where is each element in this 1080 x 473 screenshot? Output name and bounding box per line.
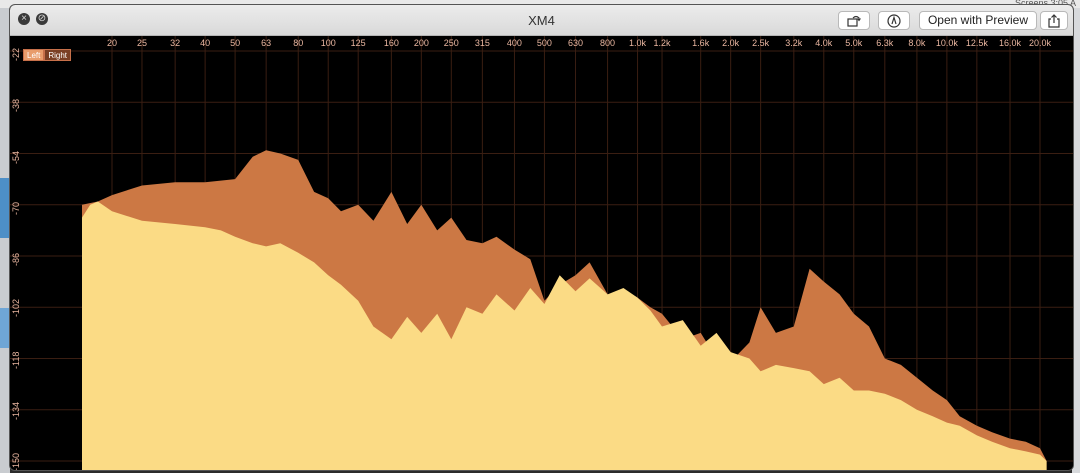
x-tick-label: 500 xyxy=(536,38,552,48)
x-tick-label: 1.2k xyxy=(653,38,671,48)
x-tick-label: 1.0k xyxy=(629,38,647,48)
x-tick-label: 630 xyxy=(567,38,583,48)
x-tick-label: 50 xyxy=(230,38,241,48)
y-tick-label: -86 xyxy=(11,252,21,266)
legend-left-button[interactable]: Left xyxy=(23,49,45,61)
x-tick-label: 200 xyxy=(413,38,429,48)
x-tick-label: 250 xyxy=(443,38,459,48)
y-tick-label: -38 xyxy=(11,99,21,113)
x-tick-label: 12.5k xyxy=(965,38,988,48)
x-tick-label: 2.0k xyxy=(722,38,740,48)
x-tick-label: 1.6k xyxy=(692,38,710,48)
title-bar: × ⊘ XM4 Open with Preview xyxy=(10,5,1073,36)
series-area-left xyxy=(82,201,1047,470)
y-tick-label: -22 xyxy=(11,47,21,61)
x-tick-label: 20.0k xyxy=(1028,38,1052,48)
y-tick-label: -102 xyxy=(11,299,21,318)
x-tick-label: 160 xyxy=(383,38,399,48)
y-tick-label: -118 xyxy=(11,351,21,369)
share-button[interactable] xyxy=(1040,11,1068,30)
x-tick-label: 10.0k xyxy=(935,38,958,48)
markup-icon xyxy=(887,13,901,28)
x-tick-label: 2.5k xyxy=(752,38,770,48)
x-tick-label: 32 xyxy=(170,38,181,48)
y-tick-label: -150 xyxy=(11,452,21,471)
x-tick-label: 6.3k xyxy=(876,38,894,48)
x-tick-label: 800 xyxy=(600,38,616,48)
share-icon xyxy=(1048,13,1060,28)
x-tick-label: 20 xyxy=(106,38,118,48)
x-tick-label: 5.0k xyxy=(845,38,863,48)
x-tick-label: 16.0k xyxy=(999,38,1022,48)
x-tick-label: 40 xyxy=(200,38,211,48)
y-tick-label: -134 xyxy=(11,401,21,420)
spectrum-plot: 20 25 32 40 50 63 80 100 125 160 200 250 315 400 500 63… xyxy=(10,36,1073,470)
x-tick-label: 4.0k xyxy=(815,38,833,48)
rotate-icon xyxy=(847,15,861,27)
y-tick-label: -54 xyxy=(11,150,21,164)
x-tick-label: 8.0k xyxy=(908,38,926,48)
y-tick-label: -70 xyxy=(11,201,21,215)
x-tick-label: 3.2k xyxy=(785,38,803,48)
legend-right-button[interactable]: Right xyxy=(44,49,72,61)
markup-button[interactable] xyxy=(878,11,910,30)
x-tick-label: 400 xyxy=(506,38,522,48)
quicklook-window: × ⊘ XM4 Open with Preview 20 25 32 40 50 xyxy=(9,4,1074,471)
rotate-button[interactable] xyxy=(838,11,870,30)
open-with-preview-button[interactable]: Open with Preview xyxy=(919,11,1037,30)
x-tick-label: 25 xyxy=(136,38,147,48)
channel-legend: Left Right xyxy=(23,49,72,61)
x-tick-label: 125 xyxy=(350,38,366,48)
spectrum-chart xyxy=(10,36,1073,470)
x-tick-label: 63 xyxy=(261,38,272,48)
window-title: XM4 xyxy=(528,13,555,28)
x-tick-label: 80 xyxy=(293,38,304,48)
x-tick-label: 100 xyxy=(320,38,336,48)
x-tick-label: 315 xyxy=(474,38,490,48)
